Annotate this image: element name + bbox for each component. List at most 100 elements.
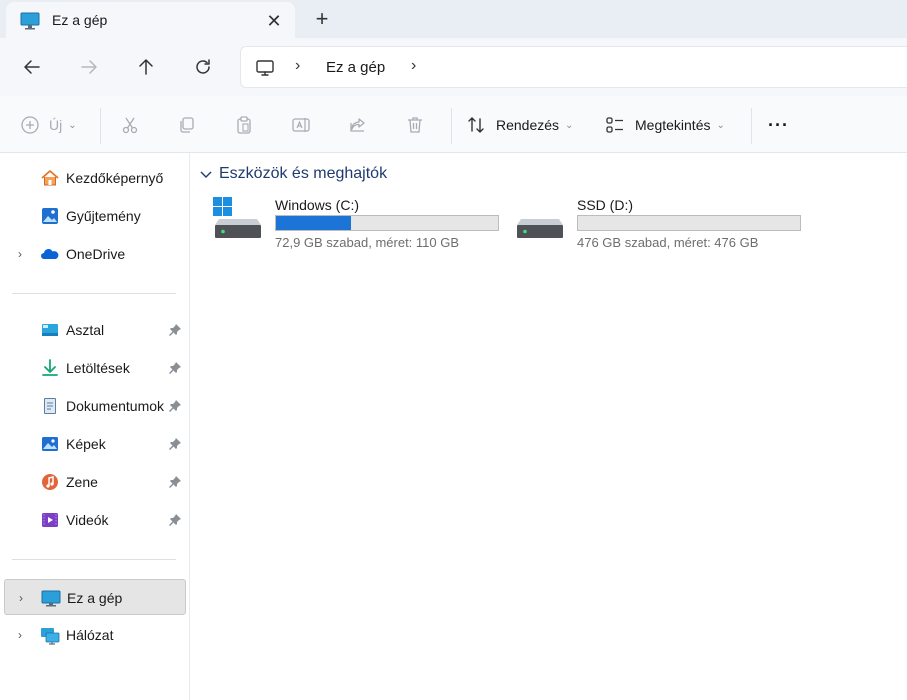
- pin-icon: [169, 324, 181, 336]
- breadcrumb-separator[interactable]: ›: [295, 57, 300, 75]
- copy-icon: [180, 117, 194, 133]
- chevron-down-icon: ⌄: [68, 119, 77, 131]
- group-header[interactable]: Eszközök és meghajtók: [199, 165, 387, 183]
- view-button[interactable]: Megtekintés ⌄: [605, 110, 725, 140]
- drive-item-d[interactable]: SSD (D:) 476 GB szabad, méret: 476 GB: [515, 195, 805, 255]
- music-icon: [42, 474, 58, 490]
- drive-info: 476 GB szabad, méret: 476 GB: [577, 235, 759, 250]
- pin-icon: [169, 438, 181, 450]
- sidebar-divider: [12, 559, 176, 560]
- breadcrumb-separator[interactable]: ›: [411, 57, 416, 75]
- toolbar-divider: [100, 108, 101, 144]
- trash-icon: [408, 117, 422, 133]
- sidebar-item-home[interactable]: Kezdőképernyő: [4, 160, 186, 196]
- sidebar-item-this-pc[interactable]: › Ez a gép: [4, 579, 186, 615]
- onedrive-icon: [41, 249, 59, 259]
- toolbar-divider: [451, 108, 452, 144]
- sort-button[interactable]: Rendezés ⌄: [466, 110, 573, 140]
- this-pc-icon: [41, 590, 61, 607]
- arrow-right-icon: [81, 60, 97, 74]
- scissors-icon: [122, 117, 138, 134]
- drive-info: 72,9 GB szabad, méret: 110 GB: [275, 235, 460, 250]
- chevron-down-icon: [200, 171, 212, 178]
- view-icon: [606, 117, 623, 133]
- command-bar: Új ⌄ Rendezés ⌄ Megtekintés ⌄ ···: [0, 96, 907, 153]
- monitor-icon: [20, 12, 40, 30]
- pin-icon: [169, 476, 181, 488]
- sidebar-item-label: Kezdőképernyő: [66, 170, 164, 186]
- sidebar-item-videos[interactable]: Videók: [4, 502, 186, 538]
- toolbar-divider: [751, 108, 752, 144]
- documents-icon: [44, 398, 56, 414]
- more-options-button[interactable]: ···: [768, 110, 789, 140]
- up-button[interactable]: [131, 52, 161, 82]
- copy-button[interactable]: [177, 110, 197, 140]
- plus-circle-icon: [21, 116, 39, 134]
- address-bar[interactable]: › Ez a gép ›: [240, 46, 907, 88]
- sidebar-item-label: Asztal: [66, 322, 105, 338]
- new-tab-button[interactable]: +: [309, 6, 335, 32]
- download-icon: [42, 359, 58, 376]
- pin-icon: [169, 400, 181, 412]
- sidebar-item-label: Képek: [66, 436, 106, 452]
- sidebar-item-downloads[interactable]: Letöltések: [4, 350, 186, 386]
- chevron-right-icon[interactable]: ›: [14, 628, 26, 642]
- share-button[interactable]: [348, 110, 368, 140]
- drive-usage-fill: [276, 216, 351, 230]
- pin-icon: [169, 362, 181, 374]
- close-tab-button[interactable]: ✕: [261, 8, 287, 34]
- sidebar-item-label: Letöltések: [66, 360, 130, 376]
- sort-label: Rendezés: [496, 117, 560, 133]
- drive-name: Windows (C:): [275, 197, 360, 213]
- chevron-down-icon: ⌄: [716, 119, 725, 131]
- sidebar-item-documents[interactable]: Dokumentumok: [4, 388, 186, 424]
- computer-icon: [256, 60, 274, 76]
- drive-item-c[interactable]: Windows (C:) 72,9 GB szabad, méret: 110 …: [213, 195, 503, 255]
- arrow-up-icon: [139, 59, 153, 75]
- sort-icon: [468, 117, 484, 133]
- view-label: Megtekintés: [635, 117, 711, 133]
- drive-name: SSD (D:): [577, 197, 633, 213]
- network-icon: [41, 628, 60, 645]
- forward-button[interactable]: [74, 52, 104, 82]
- drive-usage-bar: [577, 215, 801, 231]
- chevron-right-icon[interactable]: ›: [14, 247, 26, 261]
- new-button[interactable]: Új ⌄: [20, 110, 77, 140]
- chevron-down-icon: ⌄: [565, 119, 574, 131]
- refresh-button[interactable]: [188, 52, 218, 82]
- refresh-icon: [196, 59, 210, 74]
- new-label: Új: [49, 117, 63, 133]
- sidebar-item-desktop[interactable]: Asztal: [4, 312, 186, 348]
- tab-this-pc[interactable]: Ez a gép ✕: [6, 2, 295, 38]
- sidebar-item-music[interactable]: Zene: [4, 464, 186, 500]
- clipboard-icon: [237, 116, 251, 134]
- chevron-right-icon[interactable]: ›: [15, 591, 27, 605]
- sidebar-item-network[interactable]: › Hálózat: [4, 617, 186, 653]
- sidebar-item-label: OneDrive: [66, 246, 126, 262]
- arrow-left-icon: [24, 60, 40, 74]
- rename-button[interactable]: [291, 110, 311, 140]
- navigation-bar: › Ez a gép ›: [0, 38, 907, 96]
- sidebar-item-pictures[interactable]: Képek: [4, 426, 186, 462]
- paste-button[interactable]: [234, 110, 254, 140]
- home-icon: [41, 170, 59, 186]
- sidebar-item-gallery[interactable]: Gyűjtemény: [4, 198, 186, 234]
- breadcrumb-this-pc[interactable]: Ez a gép: [326, 59, 385, 76]
- sidebar-item-onedrive[interactable]: › OneDrive: [4, 236, 186, 272]
- back-button[interactable]: [17, 52, 47, 82]
- tab-title: Ez a gép: [52, 12, 108, 28]
- share-icon: [350, 118, 365, 132]
- tab-strip: Ez a gép ✕ +: [0, 0, 907, 38]
- sidebar-item-label: Dokumentumok: [66, 398, 165, 414]
- videos-icon: [42, 513, 58, 527]
- sidebar-item-label: Ez a gép: [67, 590, 123, 606]
- cut-button[interactable]: [120, 110, 140, 140]
- gallery-icon: [42, 208, 58, 224]
- sidebar-divider: [12, 293, 176, 294]
- navigation-pane: Kezdőképernyő Gyűjtemény › OneDrive Aszt…: [0, 153, 190, 700]
- desktop-icon: [42, 324, 58, 336]
- delete-button[interactable]: [405, 110, 425, 140]
- rename-icon: [292, 118, 310, 132]
- pictures-icon: [42, 437, 58, 451]
- sidebar-item-label: Hálózat: [66, 627, 114, 643]
